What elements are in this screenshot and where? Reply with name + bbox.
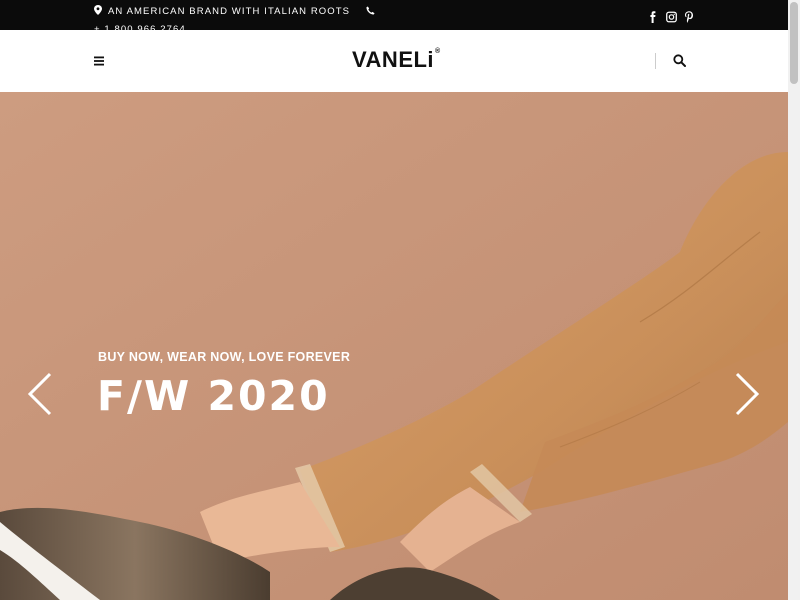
phone-icon [366,6,375,15]
pinterest-icon[interactable] [684,8,694,23]
hero-subtitle: BUY NOW, WEAR NOW, LOVE FOREVER [98,350,351,364]
social-links [648,8,694,23]
page-scrollbar[interactable] [788,0,800,600]
hero-image [0,92,788,600]
logo-text: VANELi [352,47,435,72]
facebook-icon[interactable] [648,8,658,23]
search-icon[interactable] [673,54,686,67]
instagram-icon[interactable] [666,8,677,23]
scrollbar-thumb[interactable] [790,2,798,84]
registered-mark: ® [435,48,441,55]
hero-title: F/W 2020 [97,372,330,420]
hero-slider: BUY NOW, WEAR NOW, LOVE FOREVER F/W 2020 [0,92,788,600]
brand-tagline: AN AMERICAN BRAND WITH ITALIAN ROOTS [108,6,351,17]
chevron-right-icon[interactable] [733,372,761,416]
brand-logo[interactable]: VANELi® [352,47,441,73]
chevron-left-icon[interactable] [26,372,54,416]
top-bar: AN AMERICAN BRAND WITH ITALIAN ROOTS + 1… [0,0,788,35]
hamburger-menu-icon[interactable] [93,55,105,67]
map-pin-icon [94,5,102,15]
site-header: VANELi® [0,30,788,92]
header-divider [655,53,656,69]
